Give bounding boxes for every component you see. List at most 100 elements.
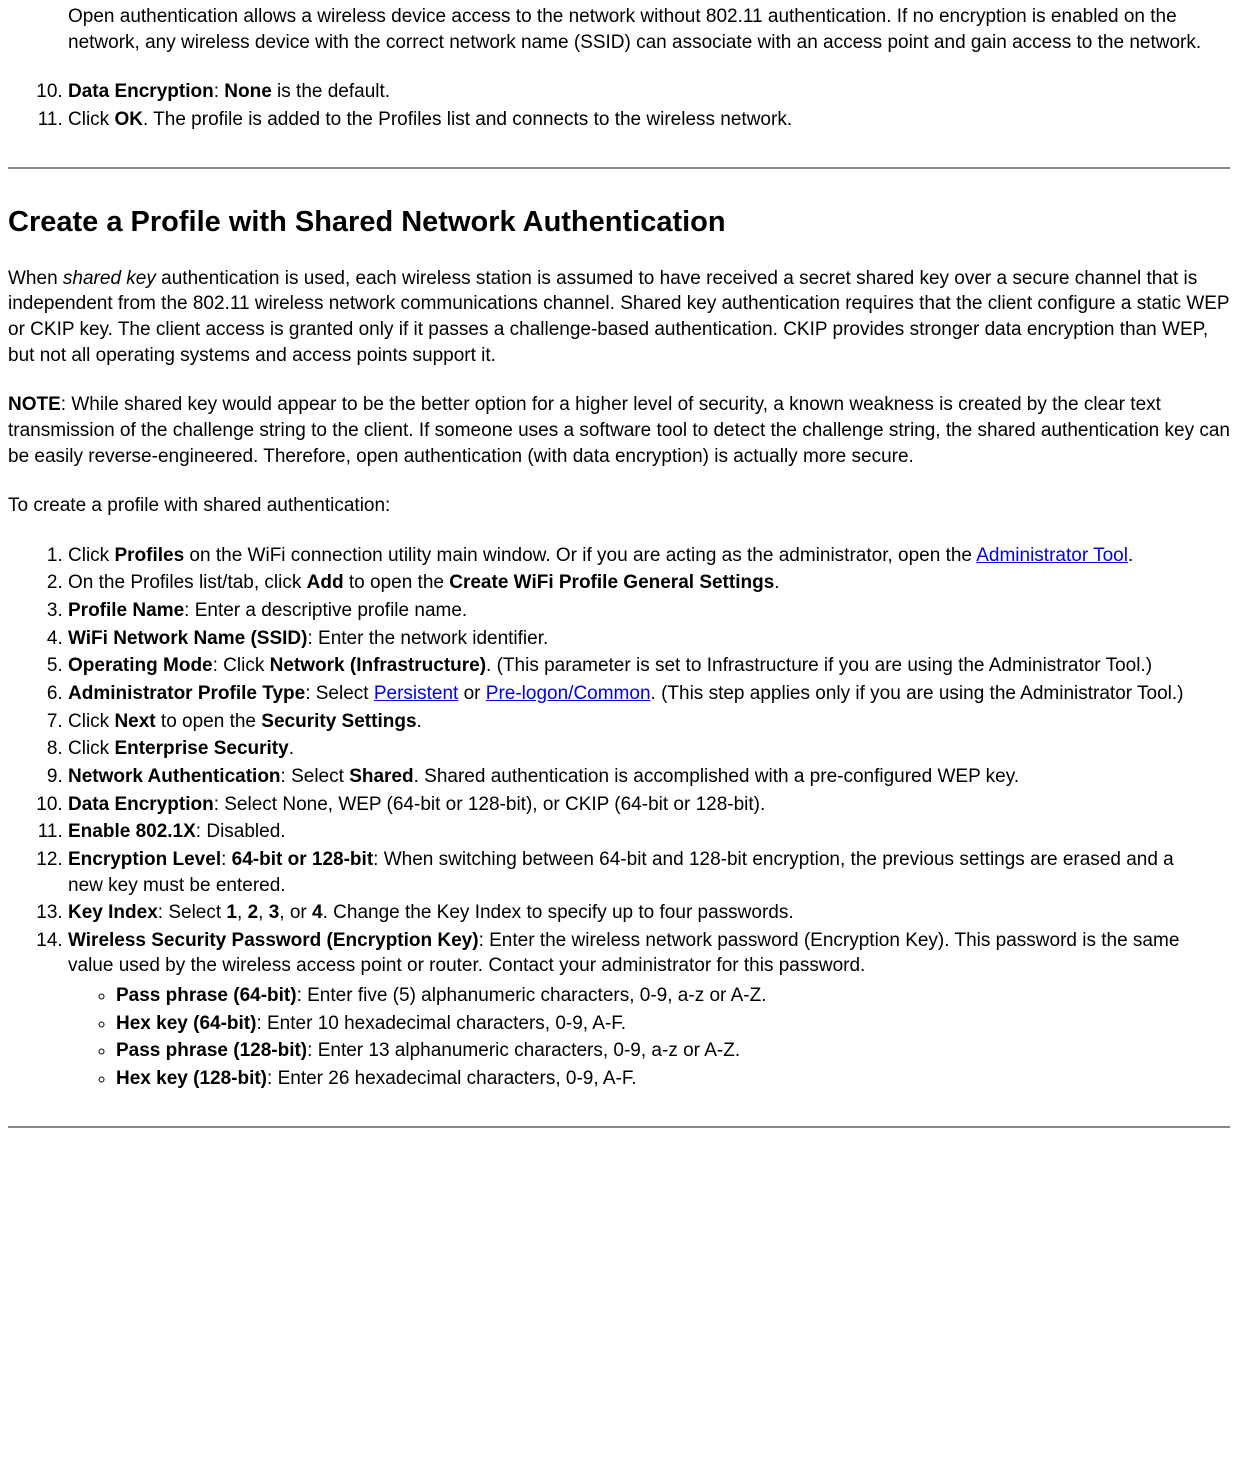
list-item: Profile Name: Enter a descriptive profil…	[68, 598, 1210, 624]
list-item: Network Authentication: Select Shared. S…	[68, 764, 1210, 790]
static-text: : Enter five (5) alphanumeric characters…	[297, 985, 767, 1006]
list-item: Click Next to open the Security Settings…	[68, 709, 1210, 735]
bold-text: Operating Mode	[68, 655, 213, 676]
bold-text: Profile Name	[68, 600, 184, 621]
persistent-link[interactable]: Persistent	[374, 683, 458, 704]
static-text: : Enter a descriptive profile name.	[184, 600, 467, 621]
prelogon-link[interactable]: Pre-logon/Common	[486, 683, 651, 704]
static-text: .	[289, 738, 294, 759]
static-text: .	[774, 572, 779, 593]
bold-text: 4	[312, 902, 323, 923]
bold-text: Data Encryption	[68, 794, 214, 815]
bold-text: Network (Infrastructure)	[270, 655, 486, 676]
list-item: Operating Mode: Click Network (Infrastru…	[68, 653, 1210, 679]
bold-text: 2	[248, 902, 259, 923]
list-item: Encryption Level: 64-bit or 128-bit: Whe…	[68, 847, 1210, 898]
list-item: Click OK. The profile is added to the Pr…	[68, 107, 1210, 133]
label-text: Data Encryption	[68, 81, 214, 102]
divider	[8, 1126, 1230, 1128]
list-item: Pass phrase (128-bit): Enter 13 alphanum…	[116, 1038, 1210, 1064]
body-paragraph: To create a profile with shared authenti…	[8, 493, 1230, 519]
italic-text: shared key	[63, 268, 156, 289]
list-item: Wireless Security Password (Encryption K…	[68, 928, 1210, 1092]
static-text: : Enter 13 alphanumeric characters, 0-9,…	[307, 1040, 740, 1061]
static-text: Click	[68, 545, 114, 566]
list-item: Data Encryption: Select None, WEP (64-bi…	[68, 792, 1210, 818]
value-text: None	[224, 81, 272, 102]
bold-text: Profiles	[114, 545, 184, 566]
static-text: Click	[68, 738, 114, 759]
divider	[8, 167, 1230, 169]
list-item: Click Profiles on the WiFi connection ut…	[68, 543, 1210, 569]
static-text: . Shared authentication is accomplished …	[414, 766, 1020, 787]
bold-text: Key Index	[68, 902, 158, 923]
top-ordered-list: Data Encryption: None is the default. Cl…	[8, 79, 1210, 132]
list-item: Click Enterprise Security.	[68, 736, 1210, 762]
static-text: to open the	[156, 711, 262, 732]
static-text: . (This parameter is set to Infrastructu…	[486, 655, 1152, 676]
bold-text: Hex key (64-bit)	[116, 1013, 256, 1034]
static-text: :	[214, 81, 225, 102]
static-text: Click	[68, 109, 114, 130]
static-text: , or	[279, 902, 312, 923]
static-text: . The profile is added to the Profiles l…	[143, 109, 792, 130]
bold-text: 1	[226, 902, 237, 923]
static-text: or	[458, 683, 485, 704]
bold-text: Enterprise Security	[114, 738, 288, 759]
body-paragraph: When shared key authentication is used, …	[8, 266, 1230, 369]
static-text: : Enter 26 hexadecimal characters, 0-9, …	[267, 1068, 637, 1089]
bold-text: Encryption Level	[68, 849, 221, 870]
list-item: Pass phrase (64-bit): Enter five (5) alp…	[116, 983, 1210, 1009]
static-text: Click	[68, 711, 114, 732]
static-text: .	[417, 711, 422, 732]
static-text: : Select	[281, 766, 350, 787]
static-text: On the Profiles list/tab, click	[68, 572, 307, 593]
note-paragraph: NOTE: While shared key would appear to b…	[8, 392, 1230, 469]
bold-text: Add	[307, 572, 344, 593]
static-text: authentication is used, each wireless st…	[8, 268, 1229, 366]
bold-text: Enable 802.1X	[68, 821, 196, 842]
static-text: : Enter 10 hexadecimal characters, 0-9, …	[256, 1013, 626, 1034]
list-item: Data Encryption: None is the default.	[68, 79, 1210, 105]
static-text: : Disabled.	[196, 821, 286, 842]
static-text: is the default.	[272, 81, 390, 102]
bold-text: Security Settings	[261, 711, 416, 732]
list-item: Hex key (64-bit): Enter 10 hexadecimal c…	[116, 1011, 1210, 1037]
static-text: . Change the Key Index to specify up to …	[323, 902, 794, 923]
bold-text: 3	[269, 902, 280, 923]
static-text: . (This step applies only if you are usi…	[651, 683, 1184, 704]
bold-text: Pass phrase (128-bit)	[116, 1040, 307, 1061]
section-heading: Create a Profile with Shared Network Aut…	[8, 203, 1230, 242]
bold-text: Network Authentication	[68, 766, 281, 787]
static-text: : While shared key would appear to be th…	[8, 394, 1230, 466]
bold-text: Hex key (128-bit)	[116, 1068, 267, 1089]
bold-text: Administrator Profile Type	[68, 683, 305, 704]
static-text: :	[221, 849, 232, 870]
admin-tool-link[interactable]: Administrator Tool	[976, 545, 1128, 566]
list-item: Hex key (128-bit): Enter 26 hexadecimal …	[116, 1066, 1210, 1092]
static-text: : Select None, WEP (64-bit or 128-bit), …	[214, 794, 766, 815]
list-item: Key Index: Select 1, 2, 3, or 4. Change …	[68, 900, 1210, 926]
static-text: .	[1128, 545, 1133, 566]
bold-text: Next	[114, 711, 155, 732]
static-text: : Select	[305, 683, 374, 704]
bold-text: 64-bit or 128-bit	[232, 849, 373, 870]
static-text: to open the	[344, 572, 450, 593]
note-label: NOTE	[8, 394, 61, 415]
bold-text: OK	[114, 109, 143, 130]
static-text: ,	[258, 902, 269, 923]
bold-text: WiFi Network Name (SSID)	[68, 628, 307, 649]
bold-text: Wireless Security Password (Encryption K…	[68, 930, 479, 951]
list-item: Administrator Profile Type: Select Persi…	[68, 681, 1210, 707]
static-text: ,	[237, 902, 248, 923]
sub-list: Pass phrase (64-bit): Enter five (5) alp…	[68, 983, 1210, 1092]
static-text: on the WiFi connection utility main wind…	[184, 545, 976, 566]
static-text: : Enter the network identifier.	[307, 628, 548, 649]
list-item: On the Profiles list/tab, click Add to o…	[68, 570, 1210, 596]
steps-ordered-list: Click Profiles on the WiFi connection ut…	[8, 543, 1210, 1092]
list-item: WiFi Network Name (SSID): Enter the netw…	[68, 626, 1210, 652]
static-text: : Click	[213, 655, 270, 676]
static-text: When	[8, 268, 63, 289]
bold-text: Create WiFi Profile General Settings	[449, 572, 774, 593]
bold-text: Pass phrase (64-bit)	[116, 985, 297, 1006]
